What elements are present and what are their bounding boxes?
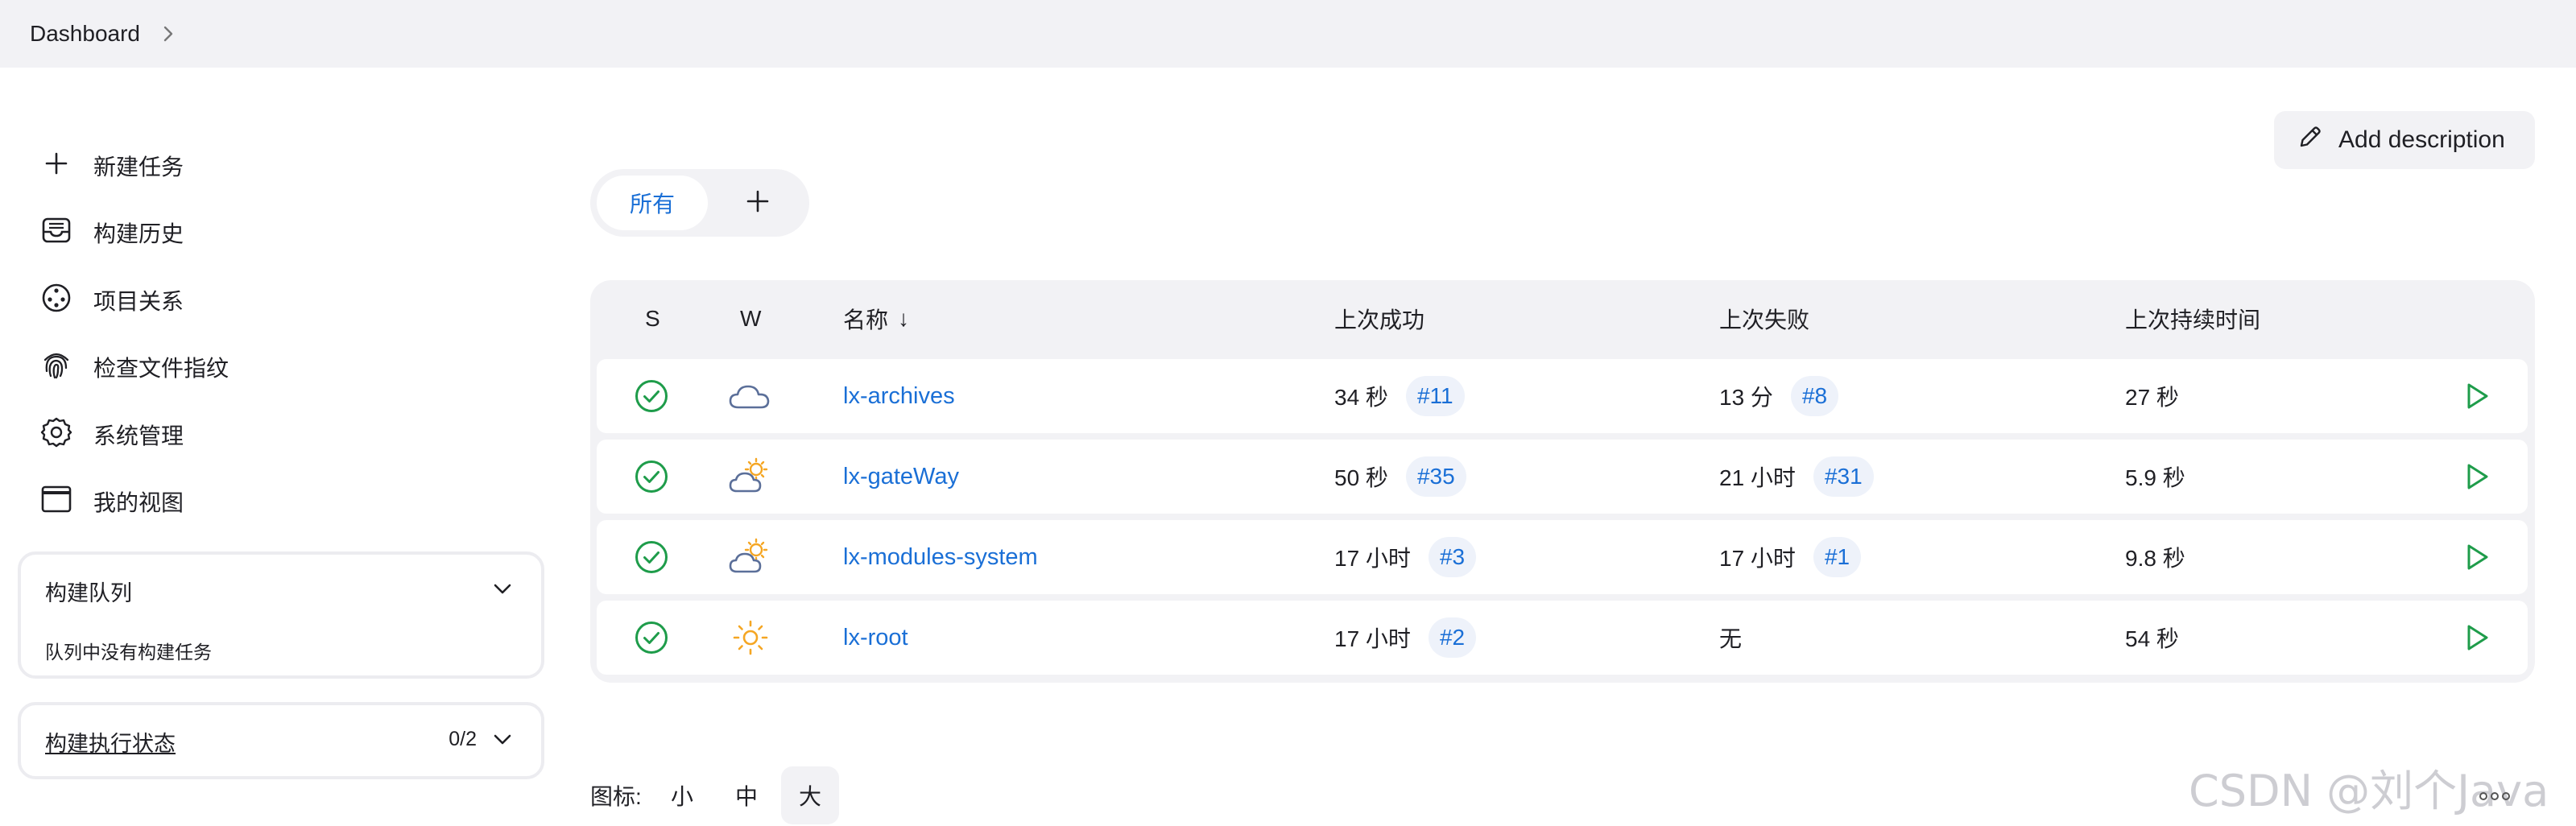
success-status-icon (634, 359, 669, 433)
sidebar-item-new-job[interactable]: 新建任务 (39, 142, 184, 190)
executor-status-panel: 构建执行状态 0/2 (18, 702, 544, 779)
sidebar-item-label: 系统管理 (93, 423, 184, 448)
success-status-icon (634, 520, 669, 594)
success-build-link[interactable]: #11 (1405, 376, 1465, 416)
sort-indicator: ↓ (898, 306, 910, 331)
column-header-last-success[interactable]: 上次成功 (1334, 280, 1424, 357)
last-success-time: 34 秒 (1334, 385, 1388, 410)
last-success-time: 50 秒 (1334, 465, 1388, 490)
play-icon[interactable] (2460, 520, 2492, 594)
job-name-link[interactable]: lx-modules-system (843, 544, 1038, 571)
last-duration: 27 秒 (2125, 385, 2179, 410)
sunny-weather-icon (732, 601, 769, 675)
icon-size-medium[interactable]: 中 (717, 766, 775, 824)
success-status-icon (634, 601, 669, 675)
table-row: lx-archives 34 秒 #11 13 分 #8 27 秒 (597, 359, 2528, 433)
add-description-label: Add description (2338, 126, 2505, 153)
sidebar-item-label: 构建历史 (93, 221, 184, 246)
relationship-icon (39, 280, 74, 321)
play-icon[interactable] (2460, 440, 2492, 514)
success-build-link[interactable]: #3 (1428, 537, 1477, 577)
view-tabs: 所有 (590, 169, 809, 237)
executor-status-title[interactable]: 构建执行状态 (45, 726, 176, 758)
sidebar-item-project-relationship[interactable]: 项目关系 (39, 276, 184, 324)
add-view-button[interactable] (738, 184, 777, 222)
add-description-button[interactable]: Add description (2274, 111, 2535, 169)
table-row: lx-root 17 小时 #2 无 54 秒 (597, 601, 2528, 675)
plus-icon (744, 188, 771, 219)
pencil-icon (2297, 123, 2324, 157)
column-header-last-failure[interactable]: 上次失败 (1719, 280, 1809, 357)
play-icon[interactable] (2460, 601, 2492, 675)
build-queue-panel: 构建队列 队列中没有构建任务 (18, 551, 544, 679)
last-failure-time: 17 小时 (1719, 546, 1796, 571)
success-status-icon (634, 440, 669, 514)
icon-size-small[interactable]: 小 (653, 766, 711, 824)
more-icon (2477, 787, 2512, 809)
sidebar-item-my-views[interactable]: 我的视图 (39, 477, 184, 526)
column-header-name[interactable]: 名称 ↓ (843, 280, 909, 357)
executor-count: 0/2 (449, 728, 477, 750)
job-name-link[interactable]: lx-root (843, 625, 908, 651)
job-name-link[interactable]: lx-gateWay (843, 464, 959, 490)
success-build-link[interactable]: #2 (1428, 617, 1477, 658)
last-duration: 54 秒 (2125, 626, 2179, 651)
jobs-table: S W 名称 ↓ 上次成功 上次失败 上次持续时间 lx-archives 34… (590, 280, 2535, 683)
column-header-name-label: 名称 (843, 308, 889, 332)
failure-build-link[interactable]: #1 (1813, 537, 1862, 577)
table-row: lx-gateWay 50 秒 #35 21 小时 #31 5.9 秒 (597, 440, 2528, 514)
column-header-status[interactable]: S (645, 280, 660, 357)
tab-all[interactable]: 所有 (597, 176, 708, 230)
last-duration: 9.8 秒 (2125, 546, 2185, 571)
last-success-time: 17 小时 (1334, 626, 1411, 651)
last-failure-time: 无 (1719, 626, 1743, 651)
build-queue-empty-text: 队列中没有构建任务 (45, 642, 212, 663)
column-header-weather[interactable]: W (740, 280, 761, 357)
sidebar-item-manage[interactable]: 系统管理 (39, 411, 184, 459)
sidebar-item-build-history[interactable]: 构建历史 (39, 209, 184, 257)
build-queue-title[interactable]: 构建队列 (45, 576, 132, 607)
sidebar-item-label: 项目关系 (93, 289, 184, 314)
window-icon (39, 481, 74, 522)
icon-size-large[interactable]: 大 (781, 766, 839, 824)
play-icon[interactable] (2460, 359, 2492, 433)
job-name-link[interactable]: lx-archives (843, 383, 955, 410)
success-build-link[interactable]: #35 (1405, 456, 1466, 497)
breadcrumb-dashboard[interactable]: Dashboard (30, 21, 140, 47)
last-failure-time: 21 小时 (1719, 465, 1796, 490)
failure-build-link[interactable]: #8 (1790, 376, 1839, 416)
fingerprint-icon (39, 347, 74, 388)
chevron-down-icon[interactable] (491, 577, 514, 604)
chevron-down-icon[interactable] (491, 728, 514, 754)
sidebar-item-label: 检查文件指纹 (93, 356, 229, 381)
cloudy-weather-icon (727, 359, 772, 433)
table-row: lx-modules-system 17 小时 #3 17 小时 #1 9.8 … (597, 520, 2528, 594)
inbox-icon (39, 213, 74, 254)
sidebar-item-fingerprint[interactable]: 检查文件指纹 (39, 343, 229, 391)
partly-sunny-weather-icon (727, 440, 772, 514)
chevron-right-icon (161, 25, 176, 43)
sidebar-item-label: 我的视图 (93, 490, 184, 515)
last-duration: 5.9 秒 (2125, 465, 2185, 490)
icon-size-selector: 图标: (590, 765, 642, 826)
last-failure-time: 13 分 (1719, 385, 1773, 410)
icon-size-label: 图标: (590, 784, 642, 809)
failure-build-link[interactable]: #31 (1813, 456, 1874, 497)
breadcrumb-bar: Dashboard (0, 0, 2576, 68)
partly-sunny-weather-icon (727, 520, 772, 594)
plus-icon (39, 146, 74, 187)
column-header-last-duration[interactable]: 上次持续时间 (2125, 280, 2260, 357)
last-success-time: 17 小时 (1334, 546, 1411, 571)
sidebar-item-label: 新建任务 (93, 155, 184, 180)
gear-icon (39, 415, 74, 456)
